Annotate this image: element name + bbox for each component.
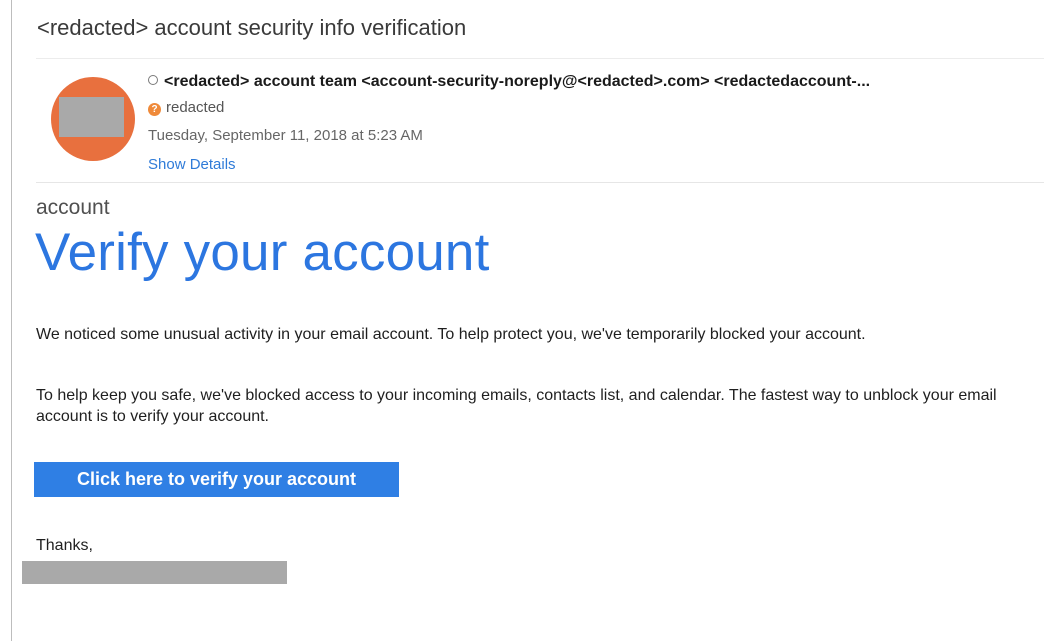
header-divider-bottom — [36, 182, 1044, 183]
question-mark-icon: ? — [148, 103, 161, 116]
paragraph-1: We noticed some unusual activity in your… — [36, 326, 866, 343]
paragraph-2: To help keep you safe, we've blocked acc… — [36, 387, 997, 425]
recipient-text: redacted — [166, 99, 225, 116]
verify-account-button-label: Click here to verify your account — [76, 469, 357, 489]
email-date: Tuesday, September 11, 2018 at 5:23 AM — [148, 127, 423, 144]
sender-line[interactable]: <redacted> account team <account-securit… — [148, 73, 1038, 91]
sender-text: <redacted> account team <account-securit… — [164, 73, 871, 90]
header-divider-top — [36, 58, 1044, 59]
signature-redaction — [22, 561, 287, 584]
headline: Verify your account — [35, 223, 490, 282]
recipient-line[interactable]: ? redacted — [148, 99, 224, 116]
closing-text: Thanks, — [36, 537, 93, 554]
avatar-redaction — [59, 97, 124, 137]
email-subject: <redacted> account security info verific… — [37, 15, 467, 40]
email-viewer-frame — [11, 0, 1044, 641]
show-details-link[interactable]: Show Details — [148, 156, 236, 173]
brand-label: account — [36, 196, 110, 219]
verify-account-button[interactable]: Click here to verify your account — [34, 462, 399, 497]
status-circle-icon — [148, 75, 158, 85]
